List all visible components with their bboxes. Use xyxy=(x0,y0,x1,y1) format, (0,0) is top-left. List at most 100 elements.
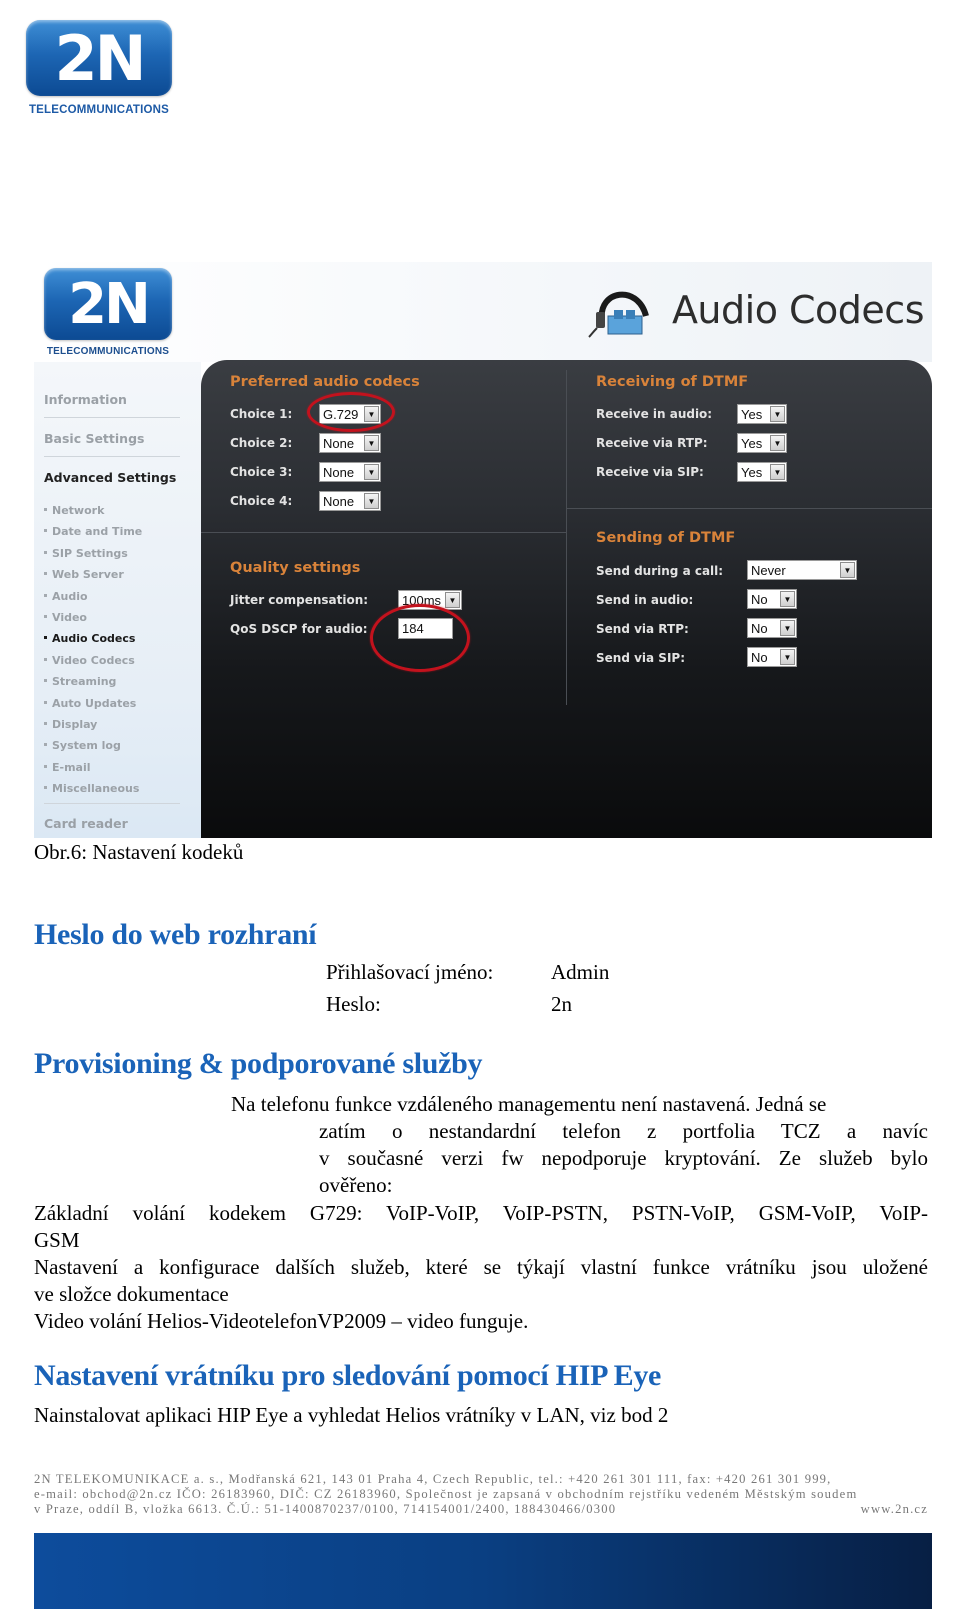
sidebar-subitem-system-log[interactable]: System log xyxy=(44,739,121,752)
send-during-call-value: Never xyxy=(751,562,786,578)
sidebar-divider xyxy=(44,417,180,418)
sidebar-subitem-miscellaneous[interactable]: Miscellaneous xyxy=(44,782,139,795)
headphones-icon xyxy=(588,291,649,338)
preferred-codecs-title: Preferred audio codecs xyxy=(230,374,420,390)
send-during-call-select[interactable]: Never ▼ xyxy=(747,560,857,580)
sidebar-subitem-video[interactable]: Video xyxy=(44,611,87,624)
sidebar-subitem-audio[interactable]: Audio xyxy=(44,590,88,603)
choice-3-label: Choice 3: xyxy=(230,465,293,479)
sidebar-subitem-network[interactable]: Network xyxy=(44,504,104,517)
chevron-down-icon: ▼ xyxy=(364,493,379,509)
password-label: Heslo: xyxy=(326,992,381,1016)
chevron-down-icon: ▼ xyxy=(364,406,379,422)
company-logo: 2N TELECOMMUNICATIONS xyxy=(26,20,172,116)
choice-4-value: None xyxy=(323,493,355,509)
footer-website-link[interactable]: www.2n.cz xyxy=(861,1502,928,1517)
chevron-down-icon: ▼ xyxy=(780,620,795,636)
sidebar-item-information[interactable]: Information xyxy=(44,392,127,407)
provisioning-section-heading: Provisioning & podporované služby xyxy=(34,1047,483,1080)
choice-4-label: Choice 4: xyxy=(230,494,293,508)
sidebar-subitem-audio-codecs[interactable]: Audio Codecs xyxy=(44,632,135,645)
sidebar-subitem-web-server[interactable]: Web Server xyxy=(44,568,124,581)
send-via-rtp-label: Send via RTP: xyxy=(596,622,689,636)
figure-caption: Obr.6: Nastavení kodeků xyxy=(34,840,244,864)
logo-subtitle: TELECOMMUNICATIONS xyxy=(28,104,170,116)
chevron-down-icon: ▼ xyxy=(770,435,785,451)
sidebar-divider xyxy=(44,803,180,804)
quality-settings-title: Quality settings xyxy=(230,560,361,576)
send-via-sip-select[interactable]: No ▼ xyxy=(747,647,797,667)
footer-bank-accounts: v Praze, oddíl B, vložka 6613. Č.Ú.: 51-… xyxy=(34,1502,617,1516)
footer-registration: e-mail: obchod@2n.cz IČO: 26183960, DIČ:… xyxy=(34,1487,858,1501)
page-title: Audio Codecs xyxy=(671,288,925,332)
send-via-sip-label: Send via SIP: xyxy=(596,651,686,665)
section-divider xyxy=(567,508,932,509)
sidebar-subitem-display[interactable]: Display xyxy=(44,718,97,731)
login-value: Admin xyxy=(551,960,610,984)
logo-mark: 2N xyxy=(26,20,172,96)
password-value: 2n xyxy=(551,992,572,1016)
send-in-audio-select[interactable]: No ▼ xyxy=(747,589,797,609)
hip-eye-section-heading: Nastavení vrátníku pro sledování pomocí … xyxy=(34,1359,662,1392)
provisioning-paragraph-line: v současné verzi fw nepodporuje kryptová… xyxy=(319,1146,928,1170)
chevron-down-icon: ▼ xyxy=(770,406,785,422)
hip-eye-paragraph: Nainstalovat aplikaci HIP Eye a vyhledat… xyxy=(34,1403,669,1427)
sending-dtmf-title: Sending of DTMF xyxy=(596,530,736,546)
receive-via-rtp-value: Yes xyxy=(741,435,763,451)
web-ui-header: 2N TELECOMMUNICATIONS Audio Codecs xyxy=(34,262,932,362)
choice-3-value: None xyxy=(323,464,355,480)
receive-via-sip-label: Receive via SIP: xyxy=(596,465,704,479)
chevron-down-icon: ▼ xyxy=(840,562,855,578)
sidebar-subitem-streaming[interactable]: Streaming xyxy=(44,675,116,688)
receive-in-audio-label: Receive in audio: xyxy=(596,407,713,421)
sidebar-item-basic-settings[interactable]: Basic Settings xyxy=(44,431,144,446)
send-in-audio-value: No xyxy=(751,591,768,607)
logo-subtitle: TELECOMMUNICATIONS xyxy=(46,346,170,357)
send-during-call-label: Send during a call: xyxy=(596,564,724,578)
qos-dscp-input[interactable] xyxy=(398,618,453,639)
provisioning-line: GSM xyxy=(34,1228,80,1252)
sidebar-subitem-video-codecs[interactable]: Video Codecs xyxy=(44,654,135,667)
receive-via-sip-value: Yes xyxy=(741,464,763,480)
choice-2-label: Choice 2: xyxy=(230,436,293,450)
footer-bank: v Praze, oddíl B, vložka 6613. Č.Ú.: 51-… xyxy=(34,1502,928,1517)
page-heading: Audio Codecs xyxy=(588,280,925,340)
chevron-down-icon: ▼ xyxy=(780,649,795,665)
provisioning-paragraph-line: zatím o nestandardní telefon z portfolia… xyxy=(319,1119,928,1143)
jitter-compensation-select[interactable]: 100ms ▼ xyxy=(398,590,462,610)
sidebar-subitem-sip-settings[interactable]: SIP Settings xyxy=(44,547,128,560)
footer-address: 2N TELEKOMUNIKACE a. s., Modřanská 621, … xyxy=(34,1472,832,1486)
provisioning-line: Nastavení a konfigurace dalších služeb, … xyxy=(34,1255,928,1279)
section-divider xyxy=(201,532,566,533)
provisioning-line: ve složce dokumentace xyxy=(34,1282,229,1306)
provisioning-paragraph-line: Na telefonu funkce vzdáleného management… xyxy=(231,1092,827,1116)
choice-3-select[interactable]: None ▼ xyxy=(319,462,381,482)
receive-via-rtp-label: Receive via RTP: xyxy=(596,436,708,450)
sidebar-item-card-reader[interactable]: Card reader xyxy=(44,816,128,831)
receive-via-sip-select[interactable]: Yes ▼ xyxy=(737,462,787,482)
sidebar-item-advanced-settings[interactable]: Advanced Settings xyxy=(44,470,176,485)
choice-1-select[interactable]: G.729 ▼ xyxy=(319,404,381,424)
choice-1-label: Choice 1: xyxy=(230,407,293,421)
send-via-rtp-value: No xyxy=(751,620,768,636)
provisioning-paragraph-line: ověřeno: xyxy=(319,1173,393,1197)
jitter-compensation-label: Jitter compensation: xyxy=(230,593,369,607)
sidebar-subitem-e-mail[interactable]: E-mail xyxy=(44,761,91,774)
provisioning-line: Video volání Helios-VideotelefonVP2009 –… xyxy=(34,1309,529,1333)
receive-in-audio-select[interactable]: Yes ▼ xyxy=(737,404,787,424)
password-section-heading: Heslo do web rozhraní xyxy=(34,918,317,951)
receive-via-rtp-select[interactable]: Yes ▼ xyxy=(737,433,787,453)
sidebar-nav: Information Basic Settings Advanced Sett… xyxy=(34,362,201,838)
receiving-dtmf-title: Receiving of DTMF xyxy=(596,374,749,390)
qos-dscp-label: QoS DSCP for audio: xyxy=(230,622,368,636)
choice-4-select[interactable]: None ▼ xyxy=(319,491,381,511)
choice-2-value: None xyxy=(323,435,355,451)
codec-settings-screenshot: 2N TELECOMMUNICATIONS Audio Codecs Infor… xyxy=(34,262,932,838)
sidebar-subitem-auto-updates[interactable]: Auto Updates xyxy=(44,697,136,710)
jitter-compensation-value: 100ms xyxy=(402,592,442,608)
web-ui-logo[interactable]: 2N TELECOMMUNICATIONS xyxy=(44,268,172,357)
column-divider xyxy=(566,370,567,705)
send-via-rtp-select[interactable]: No ▼ xyxy=(747,618,797,638)
sidebar-subitem-date-and-time[interactable]: Date and Time xyxy=(44,525,142,538)
choice-2-select[interactable]: None ▼ xyxy=(319,433,381,453)
